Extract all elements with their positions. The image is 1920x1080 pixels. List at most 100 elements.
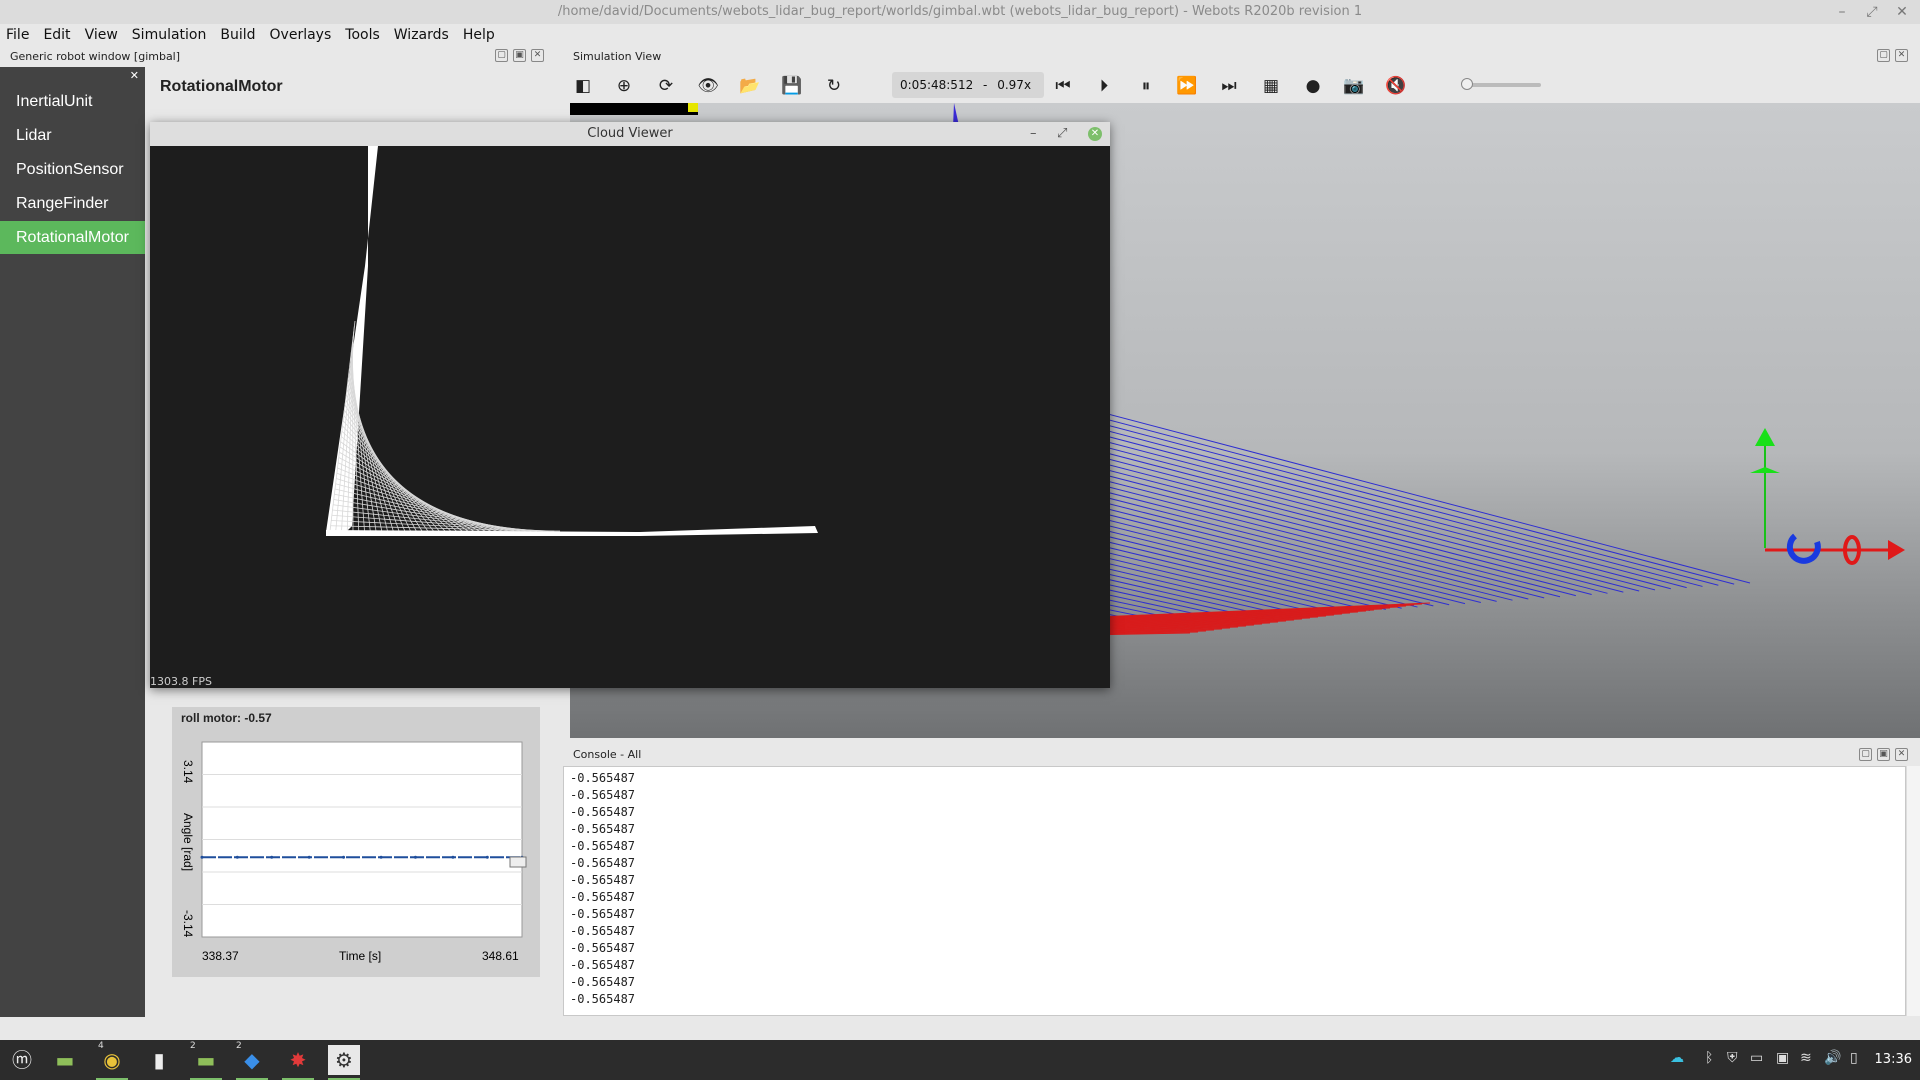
console-undock-icon[interactable]: ▢ <box>1859 748 1872 761</box>
simulation-toolbar: ◧ ⊕ ⟳ 👁 📂 💾 ↻ 0:05:48:512 - 0.97x ⏮ ⏵ ⏸ … <box>570 67 1920 103</box>
taskbar: ⓜ ▬ ◉ 4 ▮ ▬ 2 ◆ 2 ✸ ⚙ ☁ ᛒ ⛨ ▭ ▣ ≋ 🔊 ▯ 13… <box>0 1040 1920 1080</box>
sim-float-icon[interactable]: ▢ <box>1877 49 1890 62</box>
cloud-minimize-icon[interactable]: – <box>1030 122 1037 146</box>
wifi-icon[interactable]: ≋ <box>1800 1050 1812 1066</box>
mute-icon[interactable]: 🔇 <box>1383 73 1409 99</box>
menu-simulation[interactable]: Simulation <box>132 27 207 43</box>
menu-tools[interactable]: Tools <box>345 27 380 43</box>
y-tick-top: 3.14 <box>181 760 195 784</box>
console-line: -0.565487 <box>570 839 636 853</box>
plot-scroll-handle[interactable] <box>509 856 527 868</box>
console-output[interactable]: -0.565487 -0.565487 -0.565487 -0.565487 … <box>563 766 1906 1016</box>
reload-world-icon[interactable]: ↻ <box>821 73 847 99</box>
motor-plot-title: roll motor: -0.57 <box>181 711 272 725</box>
console-line: -0.565487 <box>570 856 636 870</box>
dock-close-icon[interactable]: ✕ <box>531 49 544 62</box>
sidebar-item-inertialunit[interactable]: InertialUnit <box>0 85 145 118</box>
undock-icon[interactable]: ▢ <box>495 49 508 62</box>
x-axis-label: Time [s] <box>339 949 381 963</box>
window-title: /home/david/Documents/webots_lidar_bug_r… <box>557 4 1363 19</box>
fast-forward-icon[interactable]: ⏭ <box>1216 73 1242 99</box>
sidebar-item-rotationalmotor[interactable]: RotationalMotor <box>0 221 145 254</box>
console-line: -0.565487 <box>570 873 636 887</box>
settings-gear-icon[interactable]: ⚙ <box>328 1045 360 1075</box>
series-point <box>485 855 489 859</box>
float-icon[interactable]: ▣ <box>513 49 526 62</box>
series-point <box>342 855 346 859</box>
webots-bug-icon[interactable]: ✸ <box>282 1045 314 1075</box>
screenshot-icon[interactable]: 📷 <box>1341 73 1367 99</box>
console-line: -0.565487 <box>570 924 636 938</box>
reset-simulation-icon[interactable]: ⏮ <box>1050 73 1076 99</box>
console-line: -0.565487 <box>570 975 636 989</box>
sidebar-item-lidar[interactable]: Lidar <box>0 119 145 152</box>
record-animation-icon[interactable]: ● <box>1300 73 1326 99</box>
simulation-time-display: 0:05:48:512 - 0.97x <box>892 72 1044 98</box>
files-folder-icon[interactable]: ▬ <box>49 1045 81 1075</box>
step-icon[interactable]: ⏵ <box>1091 73 1117 99</box>
reset-view-icon[interactable]: ⟳ <box>653 73 679 99</box>
close-icon[interactable]: ✕ <box>1890 0 1914 24</box>
series-point <box>270 855 274 859</box>
mint-menu-icon[interactable]: ⓜ <box>6 1045 38 1075</box>
console-line: -0.565487 <box>570 788 636 802</box>
sim-close-icon[interactable]: ✕ <box>1895 49 1908 62</box>
menu-edit[interactable]: Edit <box>43 27 70 43</box>
console-scrollbar[interactable] <box>1906 766 1920 1016</box>
camera-overlay <box>570 103 698 115</box>
menu-bar: File Edit View Simulation Build Overlays… <box>0 24 1920 46</box>
open-world-icon[interactable]: 📂 <box>737 73 763 99</box>
menu-help[interactable]: Help <box>463 27 495 43</box>
camera-overlay-close-icon[interactable] <box>688 103 698 112</box>
simulation-time: 0:05:48:512 <box>900 78 974 92</box>
menu-wizards[interactable]: Wizards <box>394 27 449 43</box>
menu-view[interactable]: View <box>85 27 118 43</box>
cloud-viewer-titlebar[interactable]: Cloud Viewer – ⤢ ✕ <box>150 122 1110 146</box>
run-realtime-icon[interactable]: ⏩ <box>1174 73 1200 99</box>
series-point <box>379 855 383 859</box>
bluetooth-icon[interactable]: ᛒ <box>1705 1050 1713 1066</box>
record-movie-icon[interactable]: ▦ <box>1258 73 1284 99</box>
window-titlebar: /home/david/Documents/webots_lidar_bug_r… <box>0 0 1920 24</box>
console-close-icon[interactable]: ✕ <box>1895 748 1908 761</box>
pause-icon[interactable]: ⏸ <box>1133 73 1159 99</box>
add-node-icon[interactable]: ⊕ <box>611 73 637 99</box>
y-tick-bottom: -3.14 <box>181 910 195 938</box>
console-header: Console - All ▢ ▣ ✕ <box>570 746 1920 764</box>
console-line: -0.565487 <box>570 907 636 921</box>
save-world-icon[interactable]: 💾 <box>779 73 805 99</box>
volume-icon[interactable]: 🔊 <box>1824 1050 1841 1066</box>
y-axis-label: Angle [rad] <box>181 813 195 871</box>
sidebar-item-rangefinder[interactable]: RangeFinder <box>0 187 145 220</box>
cloud-maximize-icon[interactable]: ⤢ <box>1057 122 1067 146</box>
cloud-sync-icon[interactable]: ☁ <box>1670 1050 1684 1066</box>
terminal-icon[interactable]: ▮ <box>143 1045 175 1075</box>
maximize-icon[interactable]: ⤢ <box>1860 0 1884 24</box>
toggle-scene-tree-icon[interactable]: ◧ <box>570 73 596 99</box>
console-float-icon[interactable]: ▣ <box>1877 748 1890 761</box>
sidebar-item-positionsensor[interactable]: PositionSensor <box>0 153 145 186</box>
console-line: -0.565487 <box>570 771 636 785</box>
files-badge: 2 <box>190 1041 196 1051</box>
battery-icon[interactable]: ▯ <box>1850 1050 1858 1066</box>
eye-icon[interactable]: 👁 <box>695 73 721 99</box>
volume-slider-knob[interactable] <box>1461 78 1473 90</box>
sidebar-close-icon[interactable]: ✕ <box>130 69 139 82</box>
cloud-viewer-title: Cloud Viewer <box>587 126 673 141</box>
chrome-badge: 4 <box>98 1041 104 1051</box>
cpu-icon[interactable]: ▭ <box>1750 1050 1763 1066</box>
console-line: -0.565487 <box>570 941 636 955</box>
console-line: -0.565487 <box>570 992 636 1006</box>
menu-overlays[interactable]: Overlays <box>270 27 332 43</box>
menu-build[interactable]: Build <box>220 27 255 43</box>
menu-file[interactable]: File <box>6 27 29 43</box>
motor-plot: 3.14 -3.14 Angle [rad] 338.37 Time [s] 3… <box>181 741 527 963</box>
cloud-viewer-window[interactable]: Cloud Viewer – ⤢ ✕ 1303.8 FPS <box>150 122 1110 688</box>
point-cloud-canvas[interactable] <box>150 146 1110 688</box>
cloud-close-icon[interactable]: ✕ <box>1088 127 1102 141</box>
minimize-icon[interactable]: – <box>1830 0 1854 24</box>
shield-icon[interactable]: ⛨ <box>1727 1050 1738 1066</box>
storage-icon[interactable]: ▣ <box>1776 1050 1789 1066</box>
series-point <box>413 855 417 859</box>
volume-slider[interactable] <box>1463 83 1541 87</box>
